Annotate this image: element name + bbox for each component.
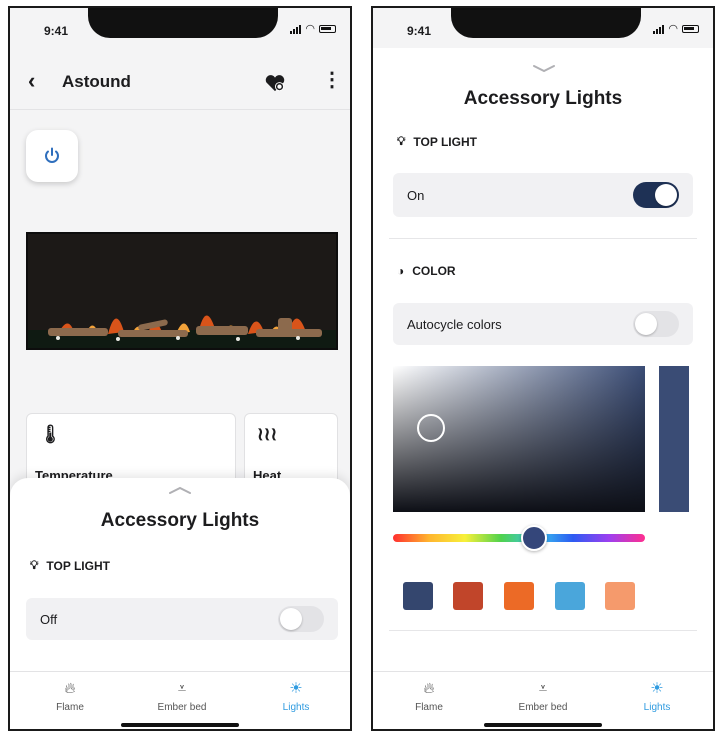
phone-screen-accessory-lights: 9:41 ◠ Accessory Lights 💡︎ TOP LIGHT On …: [371, 6, 715, 731]
more-options-icon[interactable]: ⋮: [322, 70, 342, 90]
thermometer-icon: 🌡︎: [39, 424, 62, 444]
wifi-icon: ◠: [305, 23, 315, 35]
top-light-toggle[interactable]: [633, 182, 679, 208]
color-swatch-navy[interactable]: [403, 582, 433, 610]
home-indicator: [121, 723, 239, 727]
notch: [451, 8, 641, 38]
color-swatch-orange[interactable]: [504, 582, 534, 610]
back-chevron-icon[interactable]: ‹: [28, 70, 35, 92]
tab-flame[interactable]: 🔥︎ Flame: [30, 680, 110, 713]
autocycle-toggle-row[interactable]: Autocycle colors: [393, 303, 693, 345]
power-button[interactable]: [26, 130, 78, 182]
color-swatch-blue[interactable]: [555, 582, 585, 610]
top-light-toggle-row[interactable]: Off: [26, 598, 338, 640]
tab-lights[interactable]: ☀ Lights: [617, 680, 697, 713]
tab-flame[interactable]: 🔥︎ Flame: [389, 680, 469, 713]
tab-bar: 🔥︎ Flame ⩡ Ember bed ☀ Lights: [10, 671, 350, 729]
notch: [88, 8, 278, 38]
color-picker-cursor[interactable]: [417, 414, 445, 442]
favorite-heart-icon[interactable]: [264, 74, 286, 92]
sun-icon: ☀: [289, 680, 303, 697]
phone-screen-device: 9:41 ◠ ‹ Astound ⋮ 🌡︎ Temperature ≀≀≀ He…: [8, 6, 352, 731]
fireplace-preview-image: [26, 232, 338, 350]
power-icon: [45, 147, 59, 163]
ember-bed-icon: ⩡: [177, 680, 187, 697]
top-light-section: 💡︎ TOP LIGHT: [397, 134, 477, 149]
light-bulb-icon: 💡︎: [397, 134, 406, 148]
chevron-up-icon[interactable]: [166, 484, 194, 496]
cellular-signal-icon: [653, 24, 665, 34]
color-saturation-picker[interactable]: [393, 366, 645, 512]
light-bulb-icon: 💡︎: [30, 558, 39, 572]
page-title: Astound: [62, 72, 131, 91]
top-light-state: On: [407, 187, 425, 203]
tab-ember-bed[interactable]: ⩡ Ember bed: [503, 680, 583, 713]
wifi-icon: ◠: [668, 23, 678, 35]
hue-slider[interactable]: [393, 525, 645, 551]
status-time: 9:41: [44, 24, 69, 38]
autocycle-toggle[interactable]: [633, 311, 679, 337]
sun-icon: ☀: [650, 680, 664, 697]
color-swatch-peach[interactable]: [605, 582, 635, 610]
nav-header: ‹ Astound ⋮: [10, 62, 350, 110]
autocycle-label: Autocycle colors: [407, 316, 502, 332]
flame-icon: 🔥︎: [423, 680, 435, 697]
top-light-label: TOP LIGHT: [46, 558, 110, 573]
color-section: ◑ COLOR: [397, 264, 456, 278]
tab-ember-bed[interactable]: ⩡ Ember bed: [142, 680, 222, 713]
tab-bar: 🔥︎ Flame ⩡ Ember bed ☀ Lights: [373, 671, 713, 729]
chevron-down-icon[interactable]: [530, 62, 558, 74]
tab-lights[interactable]: ☀ Lights: [256, 680, 336, 713]
sheet-title: Accessory Lights: [463, 88, 623, 109]
cellular-signal-icon: [290, 24, 302, 34]
divider: [389, 238, 697, 239]
home-indicator: [484, 723, 602, 727]
status-bar: 9:41 ◠: [10, 8, 350, 48]
hue-slider-thumb[interactable]: [521, 525, 547, 551]
top-light-section: 💡︎ TOP LIGHT: [30, 558, 110, 573]
ember-bed-icon: ⩡: [538, 680, 548, 697]
top-light-state: Off: [40, 611, 58, 627]
top-light-toggle[interactable]: [278, 606, 324, 632]
color-swatch-red[interactable]: [453, 582, 483, 610]
selected-color-preview: [659, 366, 689, 512]
contrast-icon: ◑: [397, 264, 405, 278]
battery-icon: [319, 25, 336, 33]
battery-icon: [682, 25, 699, 33]
status-time: 9:41: [407, 24, 432, 38]
accessory-lights-sheet: Accessory Lights 💡︎ TOP LIGHT Off: [10, 478, 350, 678]
top-light-toggle-row[interactable]: On: [393, 173, 693, 217]
color-label: COLOR: [412, 264, 456, 278]
top-light-label: TOP LIGHT: [413, 134, 477, 149]
flame-icon: 🔥︎: [64, 680, 76, 697]
divider: [389, 630, 697, 631]
sheet-title: Accessory Lights: [100, 510, 260, 531]
heat-waves-icon: ≀≀≀: [257, 424, 278, 444]
status-bar: 9:41 ◠: [373, 8, 713, 48]
